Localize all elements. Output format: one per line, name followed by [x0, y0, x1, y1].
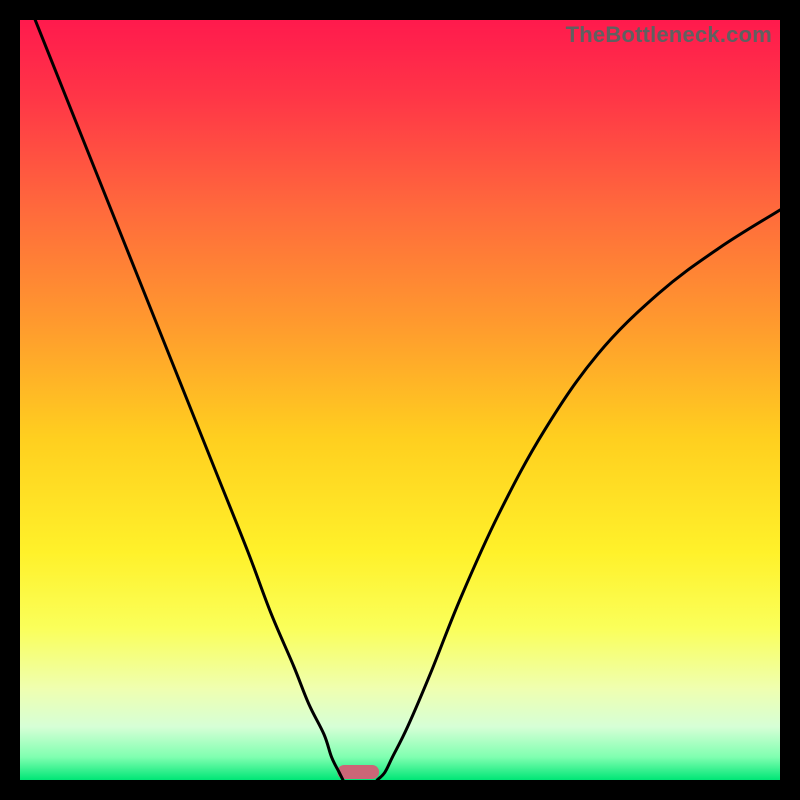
gradient-background: [20, 20, 780, 780]
plot-area: TheBottleneck.com: [20, 20, 780, 780]
chart-svg: [20, 20, 780, 780]
chart-frame: TheBottleneck.com: [20, 20, 780, 780]
optimum-marker-rect: [337, 765, 379, 779]
optimum-marker: [337, 765, 379, 779]
watermark-text: TheBottleneck.com: [566, 22, 772, 48]
